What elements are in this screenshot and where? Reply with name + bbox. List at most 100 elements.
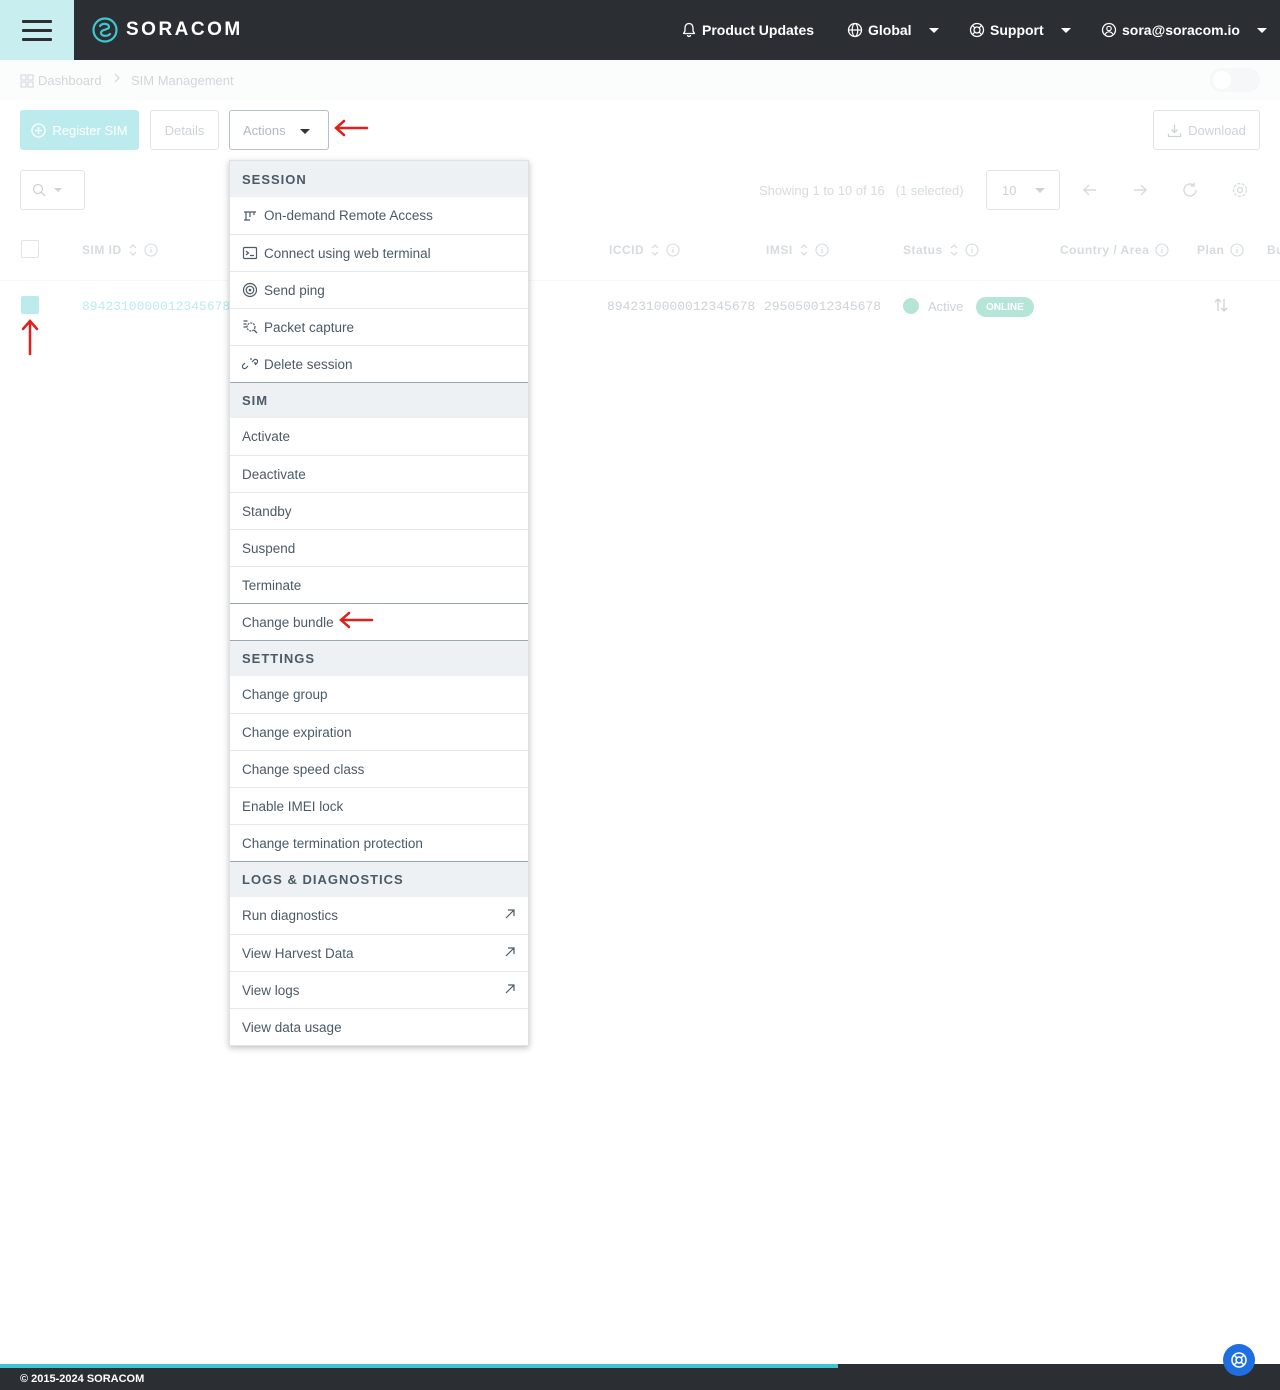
menu-item-standby[interactable]: Standby [230, 492, 528, 529]
imsi-cell: 295050012345678 [764, 299, 882, 314]
lifebuoy-icon [1231, 1352, 1247, 1368]
menu-item-packet-capture[interactable]: Packet capture [230, 308, 528, 345]
menu-item-view-logs[interactable]: View logs [230, 971, 528, 1008]
product-updates-link[interactable]: Product Updates [681, 18, 814, 42]
menu-item-termination-protection[interactable]: Change termination protection [230, 824, 528, 861]
menu-item-terminate[interactable]: Terminate [230, 566, 528, 603]
actions-dropdown-button[interactable]: Actions [229, 110, 329, 150]
column-label: ICCID [609, 243, 645, 257]
chevron-right-icon [114, 73, 120, 83]
arrow-right-icon[interactable] [1131, 181, 1149, 199]
brand-logo-link[interactable]: SORACOM [92, 15, 243, 45]
menu-item-label: Change expiration [242, 724, 352, 740]
theme-toggle[interactable] [1210, 68, 1260, 92]
column-label: Plan [1197, 243, 1225, 257]
menu-section-logs: LOGS & DIAGNOSTICS [230, 861, 528, 897]
menu-item-activate[interactable]: Activate [230, 418, 528, 455]
menu-item-label: Enable IMEI lock [242, 798, 344, 814]
menu-item-view-harvest-data[interactable]: View Harvest Data [230, 934, 528, 971]
breadcrumb-dashboard-label: Dashboard [38, 73, 102, 88]
menu-item-label: Send ping [264, 282, 325, 298]
menu-item-change-bundle[interactable]: Change bundle [230, 603, 528, 640]
external-link-icon [505, 909, 515, 919]
actions-menu: SESSION On-demand Remote Access Connect … [229, 160, 529, 1046]
details-button[interactable]: Details [150, 110, 219, 150]
breadcrumb-dashboard[interactable]: Dashboard [20, 73, 102, 88]
menu-item-enable-imei-lock[interactable]: Enable IMEI lock [230, 787, 528, 824]
menu-item-run-diagnostics[interactable]: Run diagnostics [230, 897, 528, 934]
external-link-icon [505, 984, 515, 994]
swap-vertical-icon[interactable] [1213, 297, 1229, 313]
session-status-badge: ONLINE [976, 297, 1034, 317]
status-cell: Active [928, 299, 964, 314]
menu-item-label: Packet capture [264, 319, 355, 335]
sim-id-link[interactable]: 8942310000012345678 [82, 299, 230, 314]
arrow-left-icon[interactable] [1081, 181, 1099, 199]
refresh-icon[interactable] [1181, 181, 1199, 199]
info-icon [666, 243, 680, 257]
help-button[interactable] [1223, 1344, 1255, 1376]
menu-section-session: SESSION [230, 161, 528, 197]
page-size-select[interactable]: 10 [986, 170, 1060, 210]
menu-item-label: Connect using web terminal [264, 245, 431, 261]
sort-icon [129, 244, 137, 256]
account-menu[interactable]: sora@soracom.io [1101, 18, 1267, 42]
menu-item-remote-access[interactable]: On-demand Remote Access [230, 197, 528, 234]
menu-item-deactivate[interactable]: Deactivate [230, 455, 528, 492]
gear-icon[interactable] [1231, 181, 1249, 199]
menu-item-label: Change speed class [242, 761, 365, 777]
search-filter-button[interactable] [20, 170, 85, 210]
menu-item-suspend[interactable]: Suspend [230, 529, 528, 566]
hamburger-line [22, 37, 52, 41]
menu-item-delete-session[interactable]: Delete session [230, 345, 528, 382]
menu-item-change-expiration[interactable]: Change expiration [230, 713, 528, 750]
ping-icon [242, 282, 258, 298]
menu-item-label: Change bundle [242, 614, 334, 630]
menu-item-label: Change termination protection [242, 835, 423, 851]
support-menu[interactable]: Support [969, 18, 1071, 42]
plus-circle-icon [31, 122, 47, 138]
menu-item-send-ping[interactable]: Send ping [230, 271, 528, 308]
column-header-country[interactable]: Country / Area [1060, 243, 1169, 257]
menu-item-change-speed-class[interactable]: Change speed class [230, 750, 528, 787]
column-header-iccid[interactable]: ICCID [609, 243, 680, 257]
info-icon [1155, 243, 1169, 257]
column-header-status[interactable]: Status [903, 243, 979, 257]
download-button[interactable]: Download [1153, 110, 1260, 150]
external-link-icon [505, 947, 515, 957]
check-circle-icon [903, 298, 919, 314]
selected-count: (1 selected) [895, 183, 964, 198]
copyright: © 2015-2024 SORACOM [20, 1373, 145, 1385]
brand-name: SORACOM [126, 19, 243, 40]
menu-item-change-group[interactable]: Change group [230, 676, 528, 713]
column-header-bundle[interactable]: Bu [1267, 243, 1280, 257]
register-sim-button[interactable]: Register SIM [20, 110, 139, 150]
chevron-down-icon [928, 27, 939, 33]
column-header-imsi[interactable]: IMSI [766, 243, 829, 257]
annotation-arrow-up-icon [21, 319, 39, 356]
row-checkbox[interactable] [21, 296, 39, 314]
top-navbar: SORACOM Product Updates Global Support s… [0, 0, 1280, 60]
menu-item-label: View Harvest Data [242, 945, 354, 961]
download-icon [1167, 124, 1182, 137]
hamburger-line [22, 28, 52, 32]
pagination-summary: Showing 1 to 10 of 16 (1 selected) [759, 183, 964, 198]
menu-item-view-data-usage[interactable]: View data usage [230, 1008, 528, 1045]
download-label: Download [1188, 122, 1246, 138]
column-header-plan[interactable]: Plan [1197, 243, 1244, 257]
packet-capture-icon [243, 320, 258, 334]
breadcrumb-current: SIM Management [131, 73, 234, 88]
product-updates-label: Product Updates [702, 22, 815, 38]
menu-section-sim: SIM [230, 382, 528, 418]
hamburger-menu-button[interactable] [0, 0, 74, 60]
select-all-checkbox[interactable] [21, 240, 39, 258]
region-selector[interactable]: Global [847, 18, 939, 42]
menu-item-web-terminal[interactable]: Connect using web terminal [230, 234, 528, 271]
menu-item-label: Deactivate [242, 466, 306, 482]
column-header-sim-id[interactable]: SIM ID [82, 243, 158, 257]
lifebuoy-icon [969, 22, 985, 38]
menu-item-label: Suspend [242, 540, 296, 556]
hamburger-line [22, 19, 52, 23]
column-label: SIM ID [82, 243, 122, 257]
broken-link-icon [242, 358, 258, 370]
